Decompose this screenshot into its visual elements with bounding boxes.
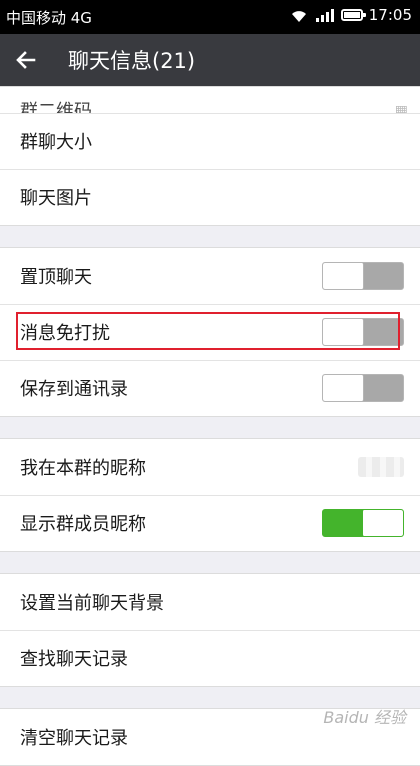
show-member-names-row: 显示群成员昵称 [0,495,420,551]
pin-chat-label: 置顶聊天 [20,267,92,288]
search-history-row[interactable]: 查找聊天记录 [0,630,420,686]
my-nickname-row[interactable]: 我在本群的昵称 [0,439,420,495]
battery-icon [340,9,366,21]
actions-group: 设置当前聊天背景 查找聊天记录 [0,573,420,687]
toggle-group: 置顶聊天 消息免打扰 保存到通讯录 [0,247,420,417]
baidu-watermark: Baidu 经验 [323,708,406,727]
signal-icon [315,9,334,22]
chat-images-label: 聊天图片 [20,188,92,209]
mute-notifications-label: 消息免打扰 [20,323,110,344]
save-to-contacts-label: 保存到通讯录 [20,379,128,400]
pin-chat-toggle[interactable] [322,262,404,290]
app-bar: 聊天信息(21) [0,34,420,86]
carrier-label: 中国移动 4G [6,9,92,27]
group-qrcode-row[interactable]: 群二维码 ▦ [0,87,420,113]
mute-notifications-toggle[interactable] [322,318,404,346]
back-button[interactable] [6,40,46,80]
group-size-row[interactable]: 群聊大小 [0,113,420,169]
status-bar: 中国移动 4G 17:05 [0,0,420,34]
show-member-names-label: 显示群成员昵称 [20,514,146,535]
search-history-label: 查找聊天记录 [20,649,128,670]
clock-time: 17:05 [368,6,412,24]
settings-list: 群二维码 ▦ 群聊大小 聊天图片 置顶聊天 消息免打扰 保存到通讯录 我在本群的… [0,86,420,766]
my-nickname-value-blurred [358,457,404,477]
arrow-left-icon [16,51,36,69]
group-size-label: 群聊大小 [20,132,92,153]
chat-images-row[interactable]: 聊天图片 [0,169,420,225]
chat-background-row[interactable]: 设置当前聊天背景 [0,574,420,630]
status-icons: 17:05 [289,6,412,24]
show-member-names-toggle[interactable] [322,509,404,537]
pin-chat-row: 置顶聊天 [0,248,420,304]
wifi-icon [291,11,306,22]
group-qrcode-icon: ▦ [394,103,408,113]
chat-background-label: 设置当前聊天背景 [20,593,164,614]
save-to-contacts-row: 保存到通讯录 [0,360,420,416]
my-nickname-label: 我在本群的昵称 [20,458,146,479]
nickname-group: 我在本群的昵称 显示群成员昵称 [0,438,420,552]
group-qrcode-label: 群二维码 [20,101,92,113]
info-group: 群二维码 ▦ 群聊大小 聊天图片 [0,86,420,226]
page-title: 聊天信息(21) [68,49,196,73]
save-to-contacts-toggle[interactable] [322,374,404,402]
mute-notifications-row: 消息免打扰 [0,304,420,360]
